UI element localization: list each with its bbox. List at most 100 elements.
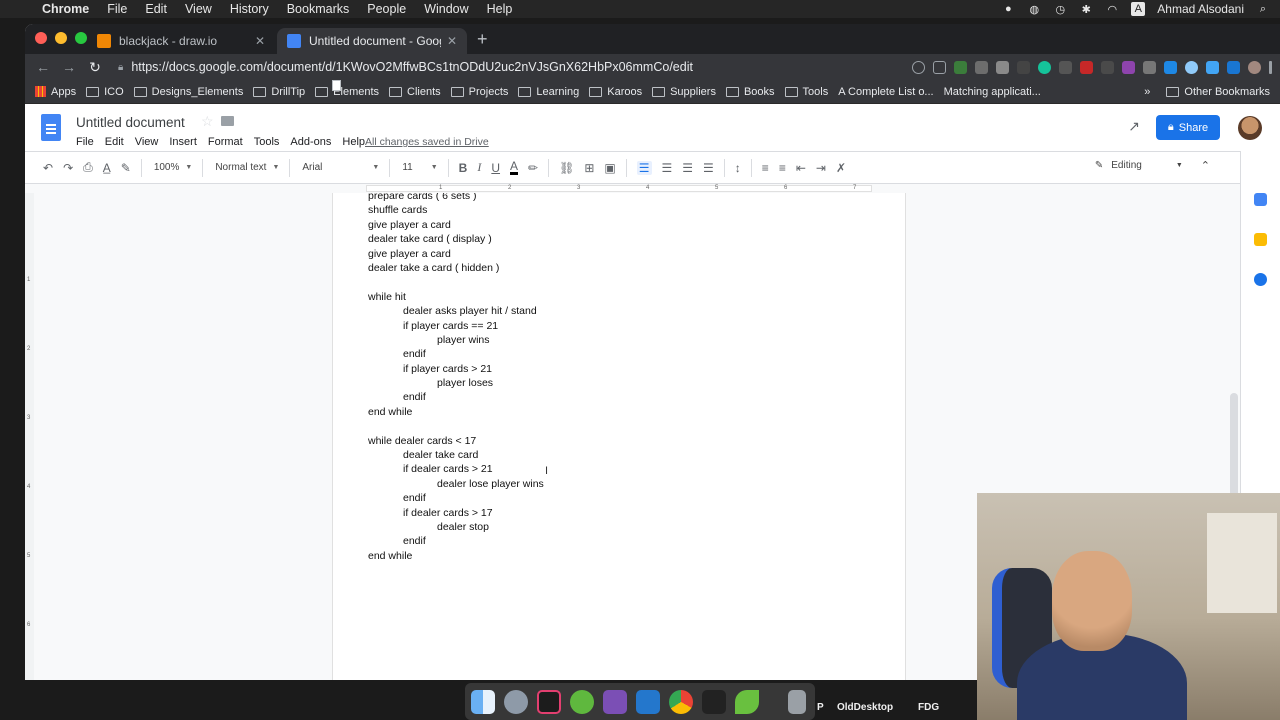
- document-line[interactable]: player loses: [368, 376, 544, 390]
- paint-format-icon[interactable]: ✎: [121, 161, 131, 175]
- extension-icon[interactable]: [1122, 60, 1135, 74]
- bookmark-folder[interactable]: Elements: [315, 86, 379, 98]
- bookmark-folder[interactable]: DrillTip: [253, 86, 305, 98]
- extension-icon[interactable]: [1227, 60, 1240, 74]
- bookmark-folder[interactable]: Learning: [518, 86, 579, 98]
- profile-avatar[interactable]: [1248, 60, 1261, 74]
- underline-button[interactable]: U: [491, 161, 500, 175]
- bookmark-folder[interactable]: Karoos: [589, 86, 642, 98]
- close-window-button[interactable]: [35, 32, 47, 44]
- document-line[interactable]: if player cards == 21: [368, 319, 544, 333]
- input-source-icon[interactable]: A: [1131, 2, 1146, 16]
- docs-menu-format[interactable]: Format: [208, 136, 243, 148]
- bookmarks-overflow[interactable]: »: [1144, 86, 1150, 98]
- align-justify-icon[interactable]: ☰: [703, 161, 714, 175]
- document-page[interactable]: prepare cards ( 6 sets ) shuffle cards giv…: [332, 193, 906, 680]
- document-line[interactable]: if dealer cards > 21: [368, 462, 544, 476]
- address-bar[interactable]: https://docs.google.com/document/d/1KWov…: [131, 60, 912, 74]
- epic-games-icon[interactable]: [702, 689, 726, 714]
- document-line[interactable]: endif: [368, 491, 544, 505]
- decrease-indent-icon[interactable]: ⇤: [796, 161, 806, 175]
- extension-icon[interactable]: [975, 60, 988, 74]
- android-studio-icon[interactable]: [570, 689, 594, 714]
- close-tab-icon[interactable]: ✕: [255, 34, 265, 48]
- undo-icon[interactable]: ↶: [43, 161, 53, 175]
- zoom-select[interactable]: 100% ▼: [154, 162, 193, 173]
- bookmark-folder[interactable]: Tools: [784, 86, 828, 98]
- docs-menu-view[interactable]: View: [135, 136, 159, 148]
- menu-app[interactable]: Chrome: [42, 2, 89, 16]
- bookmark-folder[interactable]: Clients: [389, 86, 441, 98]
- font-size-select[interactable]: 11 ▼: [402, 162, 437, 173]
- chrome-menu-icon[interactable]: [1269, 60, 1272, 74]
- tab-google-docs[interactable]: Untitled document - Google Do ✕: [277, 28, 467, 54]
- document-line[interactable]: give player a card: [368, 247, 544, 261]
- activity-trend-icon[interactable]: ↗: [1128, 118, 1140, 135]
- bookmark-page[interactable]: A Complete List o...: [332, 80, 934, 98]
- menu-history[interactable]: History: [230, 2, 269, 16]
- share-button[interactable]: 🔒︎ Share: [1156, 115, 1220, 140]
- lock-icon[interactable]: 🔒︎: [118, 62, 123, 73]
- increase-indent-icon[interactable]: ⇥: [816, 161, 826, 175]
- document-line[interactable]: [368, 419, 544, 433]
- bulleted-list-icon[interactable]: ≡: [779, 161, 786, 175]
- clear-formatting-icon[interactable]: ✗: [836, 161, 846, 175]
- grammarly-icon[interactable]: [1038, 60, 1051, 74]
- launchpad-icon[interactable]: [504, 689, 528, 714]
- document-line[interactable]: endif: [368, 347, 544, 361]
- trash-icon[interactable]: [788, 689, 806, 714]
- extension-icon[interactable]: [1080, 60, 1093, 74]
- vscode-icon[interactable]: [636, 689, 660, 714]
- globe-icon[interactable]: ◍: [1027, 2, 1041, 16]
- ruler-track[interactable]: 1 2 3 4 5 6 7: [366, 185, 872, 192]
- style-select[interactable]: Normal text ▼: [215, 162, 279, 173]
- star-icon[interactable]: ☆: [201, 113, 214, 130]
- menu-view[interactable]: View: [185, 2, 212, 16]
- document-line[interactable]: [368, 275, 544, 289]
- bold-button[interactable]: B: [459, 161, 468, 175]
- document-line[interactable]: while dealer cards < 17: [368, 434, 544, 448]
- extension-icon[interactable]: [1017, 60, 1030, 74]
- extension-icon[interactable]: [1059, 60, 1072, 74]
- text-color-button[interactable]: A: [510, 160, 519, 175]
- docs-menu-edit[interactable]: Edit: [105, 136, 124, 148]
- leaf-app-icon[interactable]: [735, 689, 759, 714]
- collapse-toolbar-icon[interactable]: ⌃: [1201, 159, 1210, 172]
- insert-link-icon[interactable]: ⛓: [559, 161, 574, 175]
- new-tab-icon[interactable]: +: [477, 29, 488, 50]
- menu-edit[interactable]: Edit: [145, 2, 167, 16]
- insert-image-icon[interactable]: ▣: [604, 161, 615, 175]
- highlight-color-icon[interactable]: ✏: [528, 161, 538, 175]
- user-name[interactable]: Ahmad Alsodani: [1157, 2, 1244, 16]
- chrome-icon[interactable]: [669, 689, 693, 714]
- print-icon[interactable]: ⎙: [83, 160, 93, 175]
- document-line[interactable]: end while: [368, 549, 544, 563]
- docs-menu-addons[interactable]: Add-ons: [290, 136, 331, 148]
- document-line[interactable]: player wins: [368, 333, 544, 347]
- document-line[interactable]: dealer take card: [368, 448, 544, 462]
- align-center-icon[interactable]: ☰: [662, 161, 673, 175]
- bookmark-folder[interactable]: Books: [725, 86, 775, 98]
- tasks-icon[interactable]: [1254, 273, 1267, 286]
- document-line[interactable]: if dealer cards > 17: [368, 506, 544, 520]
- reload-icon[interactable]: ↻: [82, 59, 108, 76]
- italic-button[interactable]: I: [477, 160, 481, 175]
- spotlight-search-icon[interactable]: ⌕: [1256, 2, 1270, 16]
- bookmark-star-icon[interactable]: [933, 60, 946, 74]
- bookmark-apps[interactable]: Apps: [35, 86, 76, 98]
- wifi-icon[interactable]: ◠: [1105, 2, 1119, 16]
- zoom-icon[interactable]: [912, 60, 925, 74]
- docs-menu-file[interactable]: File: [76, 136, 94, 148]
- document-line[interactable]: endif: [368, 390, 544, 404]
- extension-icon[interactable]: [1101, 60, 1114, 74]
- document-body[interactable]: prepare cards ( 6 sets ) shuffle cards giv…: [368, 193, 544, 563]
- forward-icon[interactable]: →: [56, 59, 82, 75]
- bookmark-folder[interactable]: Suppliers: [652, 86, 716, 98]
- document-line[interactable]: end while: [368, 405, 544, 419]
- bluetooth-icon[interactable]: ✱: [1079, 2, 1093, 16]
- extension-icon[interactable]: [1185, 60, 1198, 74]
- document-line[interactable]: dealer take a card ( hidden ): [368, 261, 544, 275]
- menu-file[interactable]: File: [107, 2, 127, 16]
- extension-icon[interactable]: [954, 60, 967, 74]
- menu-help[interactable]: Help: [487, 2, 513, 16]
